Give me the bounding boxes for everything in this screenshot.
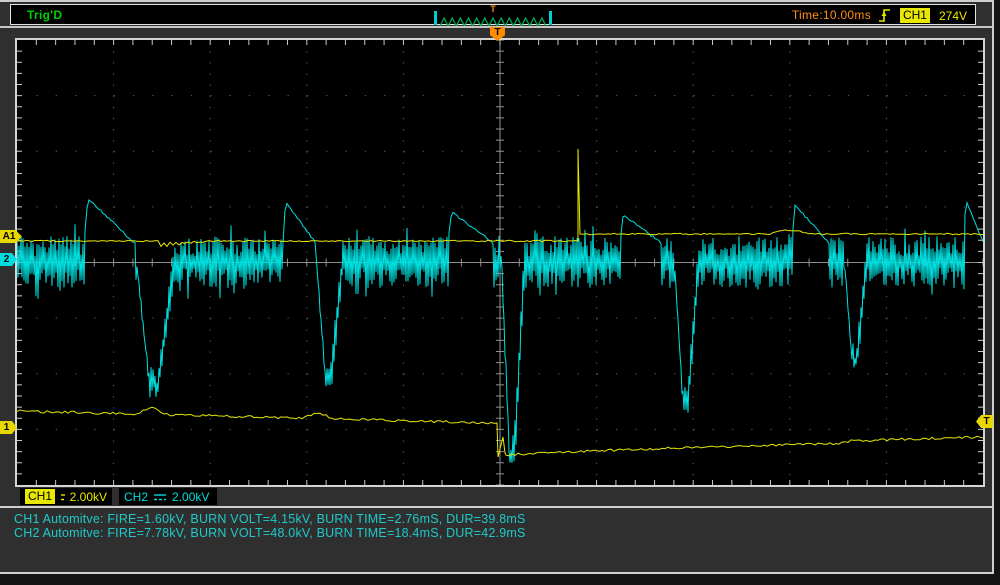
display-panel: Trig'D T Time:10.00ms CH1 274V T <box>0 0 994 574</box>
graticule-svg <box>17 40 983 485</box>
trigger-level-readout: 274V <box>939 9 967 23</box>
oscilloscope-screen: Trig'D T Time:10.00ms CH1 274V T <box>0 0 1000 585</box>
preview-right-bracket-icon[interactable] <box>549 11 552 25</box>
ch2-name-text: CH2 <box>124 490 148 504</box>
preview-wave-svg <box>434 15 552 26</box>
measurement-divider <box>0 506 992 508</box>
preview-left-bracket-icon[interactable] <box>434 11 437 25</box>
trigger-info: CH1 274V <box>878 7 967 24</box>
ch1-measurement-readout: CH1 Automitve: FIRE=1.60kV, BURN VOLT=4.… <box>14 512 526 526</box>
ch2-label[interactable]: CH2 2.00kV <box>119 488 217 505</box>
trigger-source-badge: CH1 <box>900 8 930 23</box>
dc-coupling-icon <box>153 492 167 502</box>
waveform-display <box>15 38 985 487</box>
rising-edge-icon <box>878 7 891 24</box>
ch1-name-badge: CH1 <box>25 489 55 504</box>
timebase-readout: Time:10.00ms <box>792 8 871 22</box>
dc-coupling-icon <box>60 492 65 502</box>
measurement-panel: CH1 Automitve: FIRE=1.60kV, BURN VOLT=4.… <box>14 512 526 540</box>
ch2-measurement-readout: CH2 Automitve: FIRE=7.78kV, BURN VOLT=48… <box>14 526 526 540</box>
ch2-scale-readout: 2.00kV <box>172 490 209 504</box>
acquisition-preview[interactable]: T <box>431 5 555 24</box>
trigger-status: Trig'D <box>27 8 62 22</box>
preview-trigger-marker: T <box>490 5 496 13</box>
ch1-scale-readout: 2.00kV <box>70 490 107 504</box>
ch1-label[interactable]: CH1 2.00kV <box>20 488 112 505</box>
preview-waveform <box>434 13 552 24</box>
status-bar: Trig'D T Time:10.00ms CH1 274V <box>10 4 976 25</box>
